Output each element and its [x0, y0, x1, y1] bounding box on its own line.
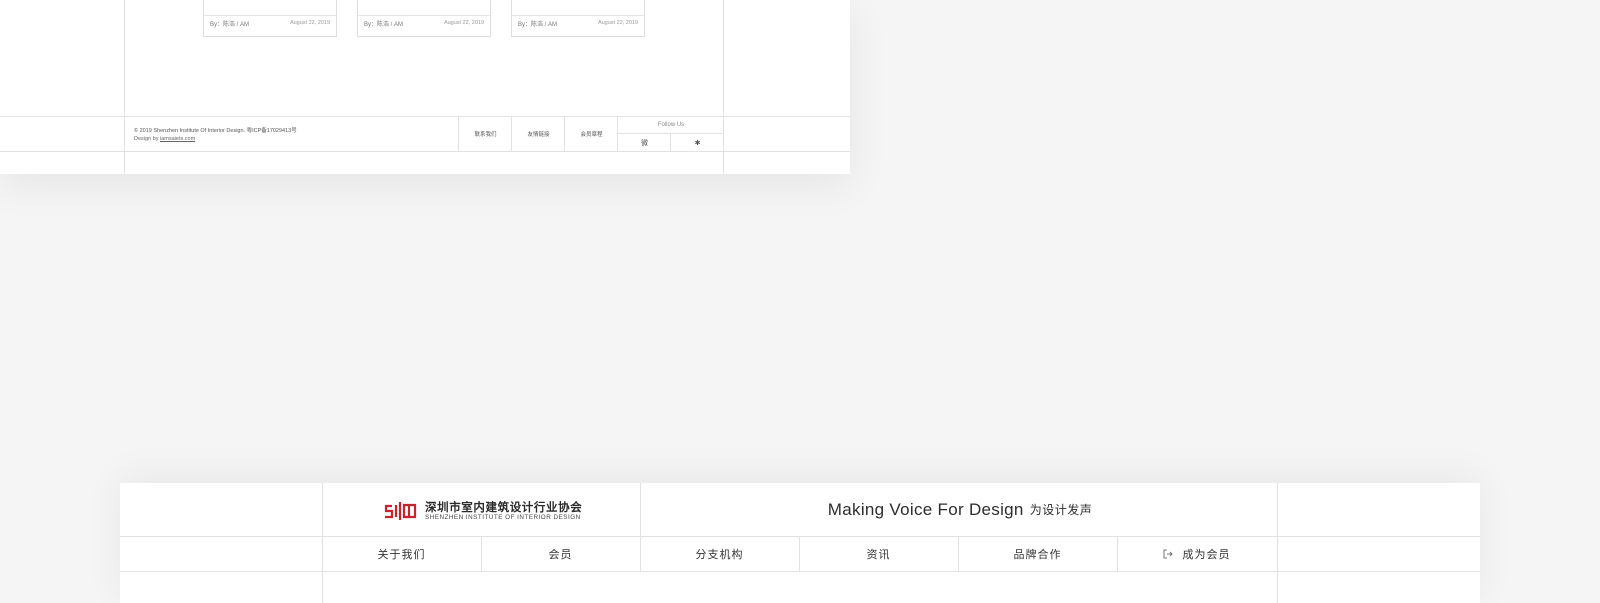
footer-link-contact[interactable]: 联系我们 — [459, 117, 512, 151]
siid-logo-icon[interactable] — [384, 500, 418, 522]
card-author: By：陈浩 / AM — [364, 22, 404, 28]
card-divider — [358, 15, 490, 16]
nav-item-brand-cooperation[interactable]: 品牌合作 — [958, 536, 1117, 571]
design-credit: Design by iamsaiets.com — [134, 136, 195, 142]
article-card[interactable]: By：陈浩 / AM August 22, 2019 — [357, 0, 491, 37]
grid-line — [120, 571, 1480, 572]
logo-english-name[interactable]: SHENZHEN INSTITUTE OF INTERIOR DESIGN — [425, 514, 581, 521]
designer-link[interactable]: iamsaiets.com — [160, 136, 195, 142]
nav-item-branches[interactable]: 分支机构 — [640, 536, 799, 571]
nav-item-about[interactable]: 关于我们 — [322, 536, 481, 571]
article-card[interactable]: By：陈浩 / AM August 22, 2019 — [511, 0, 645, 37]
login-icon — [1163, 549, 1173, 558]
become-member-label: 成为会员 — [1182, 548, 1231, 561]
tagline-chinese: 为设计发声 — [1029, 503, 1093, 517]
tagline-english: Making Voice For Design — [827, 499, 1024, 519]
weibo-icon[interactable]: 微 — [618, 134, 671, 151]
grid-line — [124, 0, 125, 174]
nav-item-become-member[interactable]: 成为会员 — [1117, 536, 1276, 571]
site-tagline: Making Voice For Design 为设计发声 — [640, 483, 1280, 536]
nav-item-members[interactable]: 会员 — [481, 536, 640, 571]
card-date: August 22, 2019 — [443, 20, 484, 26]
footer-preview-panel: By：陈浩 / AM August 22, 2019 By：陈浩 / AM Au… — [0, 0, 850, 174]
card-divider — [204, 15, 336, 16]
site-header-preview: 深圳市室内建筑设计行业协会 SHENZHEN INSTITUTE OF INTE… — [120, 483, 1480, 603]
article-card[interactable]: By：陈浩 / AM August 22, 2019 — [203, 0, 337, 37]
card-date: August 22, 2019 — [289, 20, 330, 26]
footer-link-friends[interactable]: 友情链接 — [512, 117, 565, 151]
follow-us-label: Follow Us — [657, 122, 685, 128]
wechat-icon[interactable]: ✱ — [671, 134, 724, 151]
copyright-text: © 2019 Shenzhen Institute Of Interior De… — [134, 128, 297, 134]
design-credit-prefix: Design by — [134, 136, 160, 142]
grid-line — [0, 151, 850, 152]
card-date: August 22, 2019 — [597, 20, 638, 26]
logo-chinese-name[interactable]: 深圳市室内建筑设计行业协会 — [425, 499, 582, 515]
card-author: By：陈浩 / AM — [518, 22, 558, 28]
card-author: By：陈浩 / AM — [210, 22, 250, 28]
footer-link-charter[interactable]: 会员章程 — [565, 117, 618, 151]
card-divider — [512, 15, 644, 16]
nav-item-news[interactable]: 资讯 — [799, 536, 958, 571]
